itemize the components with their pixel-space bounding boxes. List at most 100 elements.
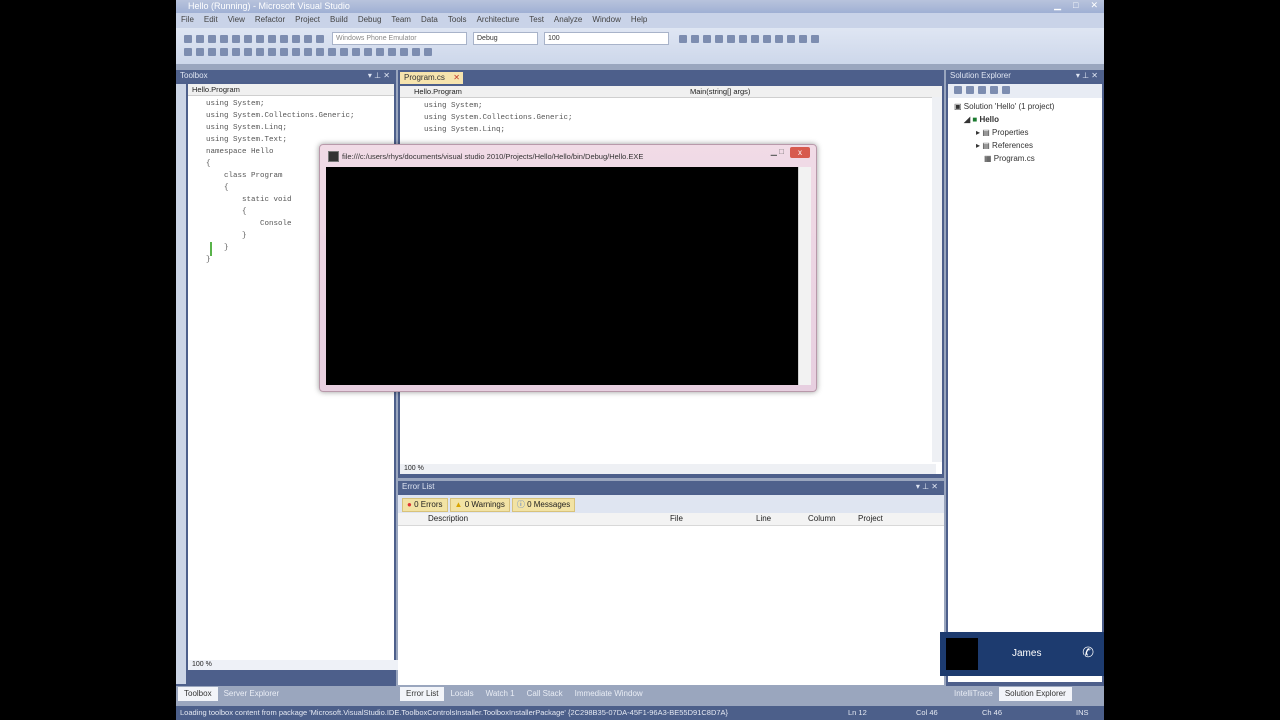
breakpoints-icon[interactable] [304, 48, 312, 56]
redo-icon[interactable] [292, 34, 300, 43]
menu-view[interactable]: View [223, 13, 250, 26]
tab-call-stack[interactable]: Call Stack [521, 687, 569, 701]
menu-build[interactable]: Build [325, 13, 353, 26]
tree-item-program-cs[interactable]: ▦ Program.cs [954, 152, 1102, 165]
editor-member-combo[interactable]: Main(string[] args) [680, 86, 750, 97]
menu-tools[interactable]: Tools [443, 13, 472, 26]
new-project-icon[interactable] [184, 34, 192, 43]
editor-class-combo[interactable]: Hello.Program [400, 86, 680, 97]
view-code-icon[interactable] [990, 86, 998, 94]
column-description[interactable]: Description [428, 513, 468, 525]
solution-explorer-icon[interactable] [691, 34, 699, 43]
locals-icon[interactable] [412, 48, 420, 56]
editor-vertical-scrollbar[interactable] [932, 97, 942, 462]
tab-toolbox[interactable]: Toolbox [178, 687, 218, 701]
tree-solution-root[interactable]: ▣ Solution 'Hello' (1 project) [954, 100, 1102, 113]
start-debugging-icon[interactable] [316, 34, 324, 43]
menu-team[interactable]: Team [386, 13, 416, 26]
indent-icon[interactable] [208, 48, 216, 56]
navigate-back-icon[interactable] [304, 34, 312, 43]
editor-code[interactable]: using System; using System.Collections.Ge… [400, 98, 942, 136]
view-class-diagram-icon[interactable] [1002, 86, 1010, 94]
phone-icon[interactable]: ✆ [1082, 644, 1094, 661]
tab-intellitrace[interactable]: IntelliTrace [948, 687, 999, 701]
bookmark-icon[interactable] [232, 48, 240, 56]
menu-window[interactable]: Window [587, 13, 625, 26]
menu-architecture[interactable]: Architecture [472, 13, 525, 26]
column-column[interactable]: Column [808, 513, 836, 525]
modules-icon[interactable] [364, 48, 372, 56]
registers-icon[interactable] [340, 48, 348, 56]
autos-icon[interactable] [400, 48, 408, 56]
maximize-icon[interactable]: □ [1073, 0, 1078, 11]
minimize-icon[interactable]: ▁ [1054, 0, 1061, 11]
column-file[interactable]: File [670, 513, 683, 525]
toolbox-class-combo[interactable]: Hello.Program [188, 84, 394, 96]
menu-data[interactable]: Data [416, 13, 443, 26]
prev-bookmark-icon[interactable] [244, 48, 252, 56]
toolbox-zoom[interactable]: 100 % [188, 660, 398, 670]
paste-icon[interactable] [268, 34, 276, 43]
tab-error-list[interactable]: Error List [400, 687, 445, 701]
tab-solution-explorer[interactable]: Solution Explorer [998, 687, 1072, 701]
column-line[interactable]: Line [756, 513, 771, 525]
incoming-call-notification[interactable]: James ✆ [940, 632, 1104, 676]
editor-zoom[interactable]: 100 % [400, 464, 936, 474]
save-all-icon[interactable] [232, 34, 240, 43]
config-combo[interactable]: Debug [473, 32, 538, 45]
column-project[interactable]: Project [858, 513, 883, 525]
tab-program-cs[interactable]: Program.cs ✕ [400, 72, 463, 84]
close-tab-icon[interactable]: ✕ [453, 72, 460, 84]
messages-filter-button[interactable]: ⓘ 0 Messages [511, 498, 576, 512]
comment-icon[interactable] [184, 48, 192, 56]
properties-icon[interactable] [703, 34, 711, 43]
watch-icon[interactable] [424, 48, 432, 56]
errors-filter-button[interactable]: ● 0 Errors [402, 498, 448, 512]
menu-test[interactable]: Test [524, 13, 549, 26]
pin-icon[interactable]: ▾ ⊥ ✕ [368, 70, 390, 82]
clear-bookmarks-icon[interactable] [268, 48, 276, 56]
menu-edit[interactable]: Edit [199, 13, 223, 26]
tree-project-hello[interactable]: ◢ ■ Hello [954, 113, 1102, 126]
save-icon[interactable] [220, 34, 228, 43]
menu-file[interactable]: File [176, 13, 199, 26]
pause-icon[interactable] [751, 34, 759, 43]
menu-analyze[interactable]: Analyze [549, 13, 587, 26]
menu-debug[interactable]: Debug [353, 13, 387, 26]
stop-icon[interactable] [763, 34, 771, 43]
threads-icon[interactable] [388, 48, 396, 56]
platform-combo[interactable]: Windows Phone Emulator [332, 32, 467, 45]
error-list-controls-icon[interactable]: ▾ ⊥ ✕ [916, 481, 938, 493]
tree-item-references[interactable]: ▸ ▤ References [954, 139, 1102, 152]
step-out-icon[interactable] [811, 34, 819, 43]
tree-item-properties[interactable]: ▸ ▤ Properties [954, 126, 1102, 139]
disassembly-icon[interactable] [328, 48, 336, 56]
solution-controls-icon[interactable]: ▾ ⊥ ✕ [1076, 70, 1098, 82]
object-browser-icon[interactable] [715, 34, 723, 43]
restart-icon[interactable] [775, 34, 783, 43]
console-minmax-icon[interactable]: ▁ □ [771, 147, 784, 156]
memory-icon[interactable] [352, 48, 360, 56]
output-icon[interactable] [316, 48, 324, 56]
toolbox-autohide-strip[interactable] [176, 84, 186, 684]
menu-project[interactable]: Project [290, 13, 325, 26]
step-over-icon[interactable] [799, 34, 807, 43]
undo-icon[interactable] [280, 34, 288, 43]
tab-watch-1[interactable]: Watch 1 [480, 687, 521, 701]
open-icon[interactable] [208, 34, 216, 43]
menu-refactor[interactable]: Refactor [250, 13, 290, 26]
uncomment-icon[interactable] [196, 48, 204, 56]
console-close-button[interactable]: x [790, 147, 810, 158]
hex-display-icon[interactable] [280, 48, 288, 56]
start-page-icon[interactable] [739, 34, 747, 43]
add-item-icon[interactable] [196, 34, 204, 43]
console-scrollbar[interactable] [798, 167, 811, 385]
cut-icon[interactable] [244, 34, 252, 43]
show-all-files-icon[interactable] [966, 86, 974, 94]
tab-immediate-window[interactable]: Immediate Window [569, 687, 649, 701]
find-in-files-icon[interactable] [679, 34, 687, 43]
outdent-icon[interactable] [220, 48, 228, 56]
warnings-filter-button[interactable]: ▲ 0 Warnings [449, 498, 510, 512]
properties-icon[interactable] [954, 86, 962, 94]
console-output[interactable] [326, 167, 798, 385]
